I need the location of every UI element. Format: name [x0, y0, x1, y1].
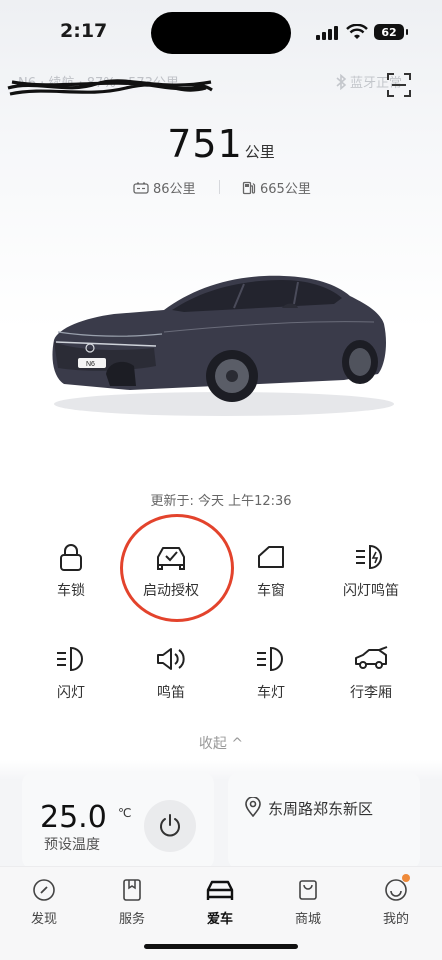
- lock-icon: [60, 544, 82, 571]
- control-label: 闪灯: [57, 685, 85, 701]
- fuel-pump-icon: [242, 181, 256, 194]
- fuel-range: 665公里: [242, 178, 311, 197]
- collapse-button[interactable]: 收起 ^: [0, 733, 442, 753]
- battery-range: 86公里: [133, 178, 196, 197]
- headlight-icon: [57, 646, 83, 672]
- control-label: 车窗: [257, 583, 285, 599]
- highlight-annotation-circle: [120, 514, 234, 622]
- bluetooth-icon: [336, 73, 347, 90]
- tab-shop[interactable]: 商城: [268, 877, 348, 927]
- range-value: 751: [167, 122, 243, 166]
- cellular-signal-icon: [316, 26, 338, 40]
- tab-label: 服务: [118, 912, 145, 927]
- car-light-icon: [257, 646, 283, 672]
- range-divider: [219, 180, 220, 194]
- control-label: 车灯: [257, 685, 285, 701]
- status-time: 2:17: [60, 20, 108, 42]
- notification-dot: [402, 874, 410, 882]
- dynamic-island: [151, 12, 291, 54]
- location-pin-icon: [245, 797, 261, 817]
- horn-icon: [157, 648, 185, 670]
- status-bar: 2:17 62: [0, 0, 442, 62]
- trunk-icon: [355, 646, 388, 669]
- temperature-label: 预设温度: [44, 837, 100, 853]
- tab-label: 发现: [30, 912, 57, 927]
- tab-label: 我的: [382, 912, 409, 927]
- redaction-scribble: [7, 79, 213, 96]
- battery-range-value: 86公里: [153, 182, 196, 197]
- home-indicator: [144, 944, 298, 949]
- window-icon: [258, 546, 284, 568]
- car-image: N6: [52, 275, 394, 416]
- compass-icon: [33, 879, 55, 901]
- climate-power-button[interactable]: [144, 800, 196, 852]
- control-flash-horn[interactable]: 闪灯鸣笛: [316, 540, 426, 600]
- scan-icon[interactable]: [386, 72, 412, 98]
- climate-card[interactable]: 25.0 ℃ 预设温度: [22, 772, 214, 870]
- temperature-value: 25.0: [40, 800, 107, 835]
- control-trunk[interactable]: 行李厢: [316, 642, 426, 702]
- last-update-time: 更新于: 今天 上午12:36: [150, 494, 292, 509]
- control-flash[interactable]: 闪灯: [16, 642, 126, 702]
- control-label: 行李厢: [350, 685, 392, 701]
- control-label: 闪灯鸣笛: [343, 583, 399, 599]
- tab-discover[interactable]: 发现: [4, 877, 84, 927]
- car-app-home: 2:17 62 N6 · 续航 · 87% · 573公里 蓝牙正常 751 公里: [0, 0, 442, 960]
- control-label: 车锁: [57, 583, 85, 599]
- wifi-icon: [346, 24, 368, 39]
- tab-service[interactable]: 服务: [92, 877, 172, 927]
- tab-label: 商城: [294, 912, 321, 927]
- bookmark-icon: [123, 879, 141, 901]
- control-horn[interactable]: 鸣笛: [116, 642, 226, 702]
- tab-mine[interactable]: 我的: [356, 874, 436, 927]
- license-plate: N6: [86, 361, 95, 368]
- power-icon: [160, 814, 180, 837]
- location-text: 东周路郑东新区: [268, 800, 374, 818]
- range-unit: 公里: [244, 143, 275, 161]
- battery-icon: [133, 182, 149, 194]
- temperature-unit: ℃: [118, 806, 132, 820]
- location-card[interactable]: 东周路郑东新区: [228, 772, 420, 870]
- fuel-range-value: 665公里: [260, 182, 311, 197]
- tab-label: 爱车: [206, 912, 233, 927]
- control-label: 鸣笛: [157, 685, 185, 701]
- control-car-light[interactable]: 车灯: [216, 642, 326, 702]
- control-lock[interactable]: 车锁: [16, 540, 126, 600]
- total-range: 751 公里: [0, 122, 442, 166]
- tab-my-car[interactable]: 爱车: [180, 877, 260, 927]
- car-icon: [206, 880, 234, 900]
- flash-horn-icon: [356, 544, 382, 570]
- shop-icon: [299, 880, 317, 900]
- battery-indicator: 62: [374, 24, 408, 40]
